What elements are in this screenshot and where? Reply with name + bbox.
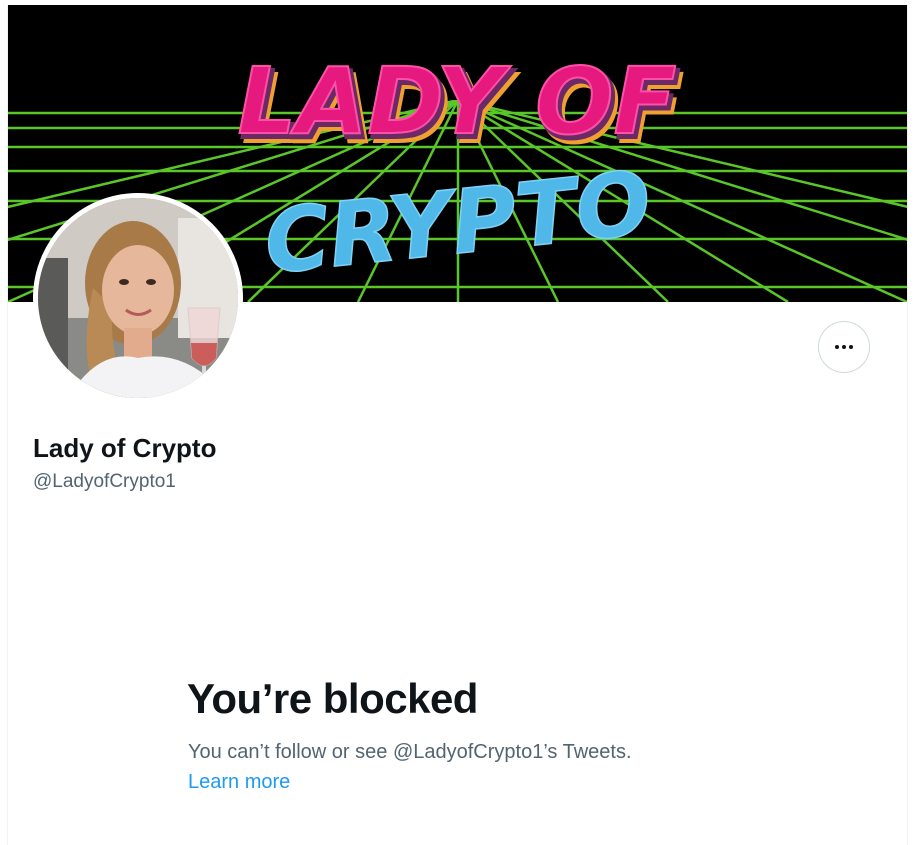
profile-page: LADY OF LADY OF LADY OF CRYPTO Lady of C… (7, 5, 908, 845)
blocked-message: You can’t follow or see @LadyofCrypto1’s… (188, 741, 632, 763)
profile-handle: @LadyofCrypto1 (33, 471, 176, 492)
svg-text:LADY OF: LADY OF (238, 48, 677, 155)
avatar-photo (38, 198, 238, 398)
profile-avatar[interactable] (33, 193, 243, 403)
blocked-title: You’re blocked (187, 675, 478, 722)
profile-name: Lady of Crypto (33, 433, 217, 463)
more-options-button[interactable] (818, 321, 870, 373)
learn-more-link[interactable]: Learn more (188, 771, 290, 794)
ellipsis-icon (835, 345, 853, 349)
